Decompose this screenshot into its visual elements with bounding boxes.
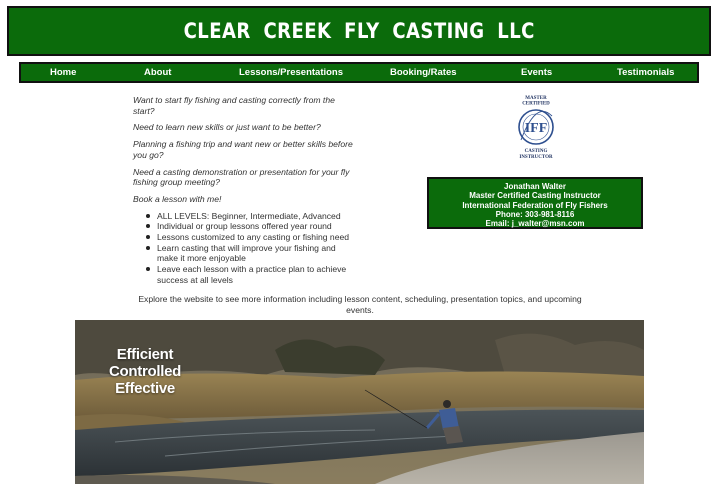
contact-title: Master Certified Casting Instructor <box>469 191 601 201</box>
list-item: Lessons customized to any casting or fis… <box>145 232 355 243</box>
list-item: Learn casting that will improve your fis… <box>145 243 355 264</box>
site-title: CLEAR CREEK FLY CASTING LLC <box>183 19 535 43</box>
book-lesson-callout: Book a lesson with me! <box>133 193 222 204</box>
mcci-certification-badge: MASTER CERTIFIED IFF CASTING INSTRUCTOR <box>512 94 560 164</box>
nav-about[interactable]: About <box>144 67 171 78</box>
intro-question: Need a casting demonstration or presenta… <box>133 166 350 188</box>
badge-text-master: MASTER <box>525 96 547 101</box>
main-nav: Home About Lessons/Presentations Booking… <box>19 62 699 83</box>
badge-logo-text: IFF <box>525 121 548 136</box>
explore-text: Explore the website to see more informat… <box>138 294 582 315</box>
list-item: ALL LEVELS: Beginner, Intermediate, Adva… <box>145 211 355 222</box>
hero-stream-photo <box>75 320 644 484</box>
list-item: Individual or group lessons offered year… <box>145 221 355 232</box>
contact-email[interactable]: Email: j_walter@msn.com <box>429 219 641 228</box>
tagline-effective: Effective <box>115 380 175 397</box>
intro-question: Planning a fishing trip and want new or … <box>133 139 353 160</box>
hero-tagline: Efficient Controlled Effective <box>109 346 181 397</box>
nav-events[interactable]: Events <box>521 67 552 78</box>
tagline-efficient: Efficient <box>116 346 174 363</box>
list-item: Leave each lesson with a practice plan t… <box>145 264 355 285</box>
nav-home[interactable]: Home <box>50 67 76 78</box>
badge-text-instructor: INSTRUCTOR <box>519 155 553 160</box>
hero-photo: Efficient Controlled Effective <box>75 320 644 484</box>
tagline-controlled: Controlled <box>109 363 181 380</box>
nav-testimonials[interactable]: Testimonials <box>617 67 674 78</box>
contact-phone[interactable]: Phone: 303-981-8116 <box>429 210 641 219</box>
intro-question: Want to start fly fishing and casting co… <box>133 95 335 116</box>
intro-section: Want to start fly fishing and casting co… <box>133 95 355 286</box>
contact-name: Jonathan Walter <box>504 182 566 191</box>
nav-booking-rates[interactable]: Booking/Rates <box>390 67 457 78</box>
contact-org: International Federation of Fly Fishers <box>462 200 608 210</box>
badge-text-casting: CASTING <box>525 149 548 154</box>
features-list: ALL LEVELS: Beginner, Intermediate, Adva… <box>133 211 355 286</box>
badge-text-certified: CERTIFIED <box>522 102 550 107</box>
certification-badge-icon: MASTER CERTIFIED IFF CASTING INSTRUCTOR <box>518 96 554 160</box>
site-banner: CLEAR CREEK FLY CASTING LLC <box>7 6 711 56</box>
nav-lessons-presentations[interactable]: Lessons/Presentations <box>239 67 343 78</box>
contact-box: Jonathan Walter Master Certified Casting… <box>427 177 643 229</box>
intro-question: Need to learn new skills or just want to… <box>133 122 321 133</box>
